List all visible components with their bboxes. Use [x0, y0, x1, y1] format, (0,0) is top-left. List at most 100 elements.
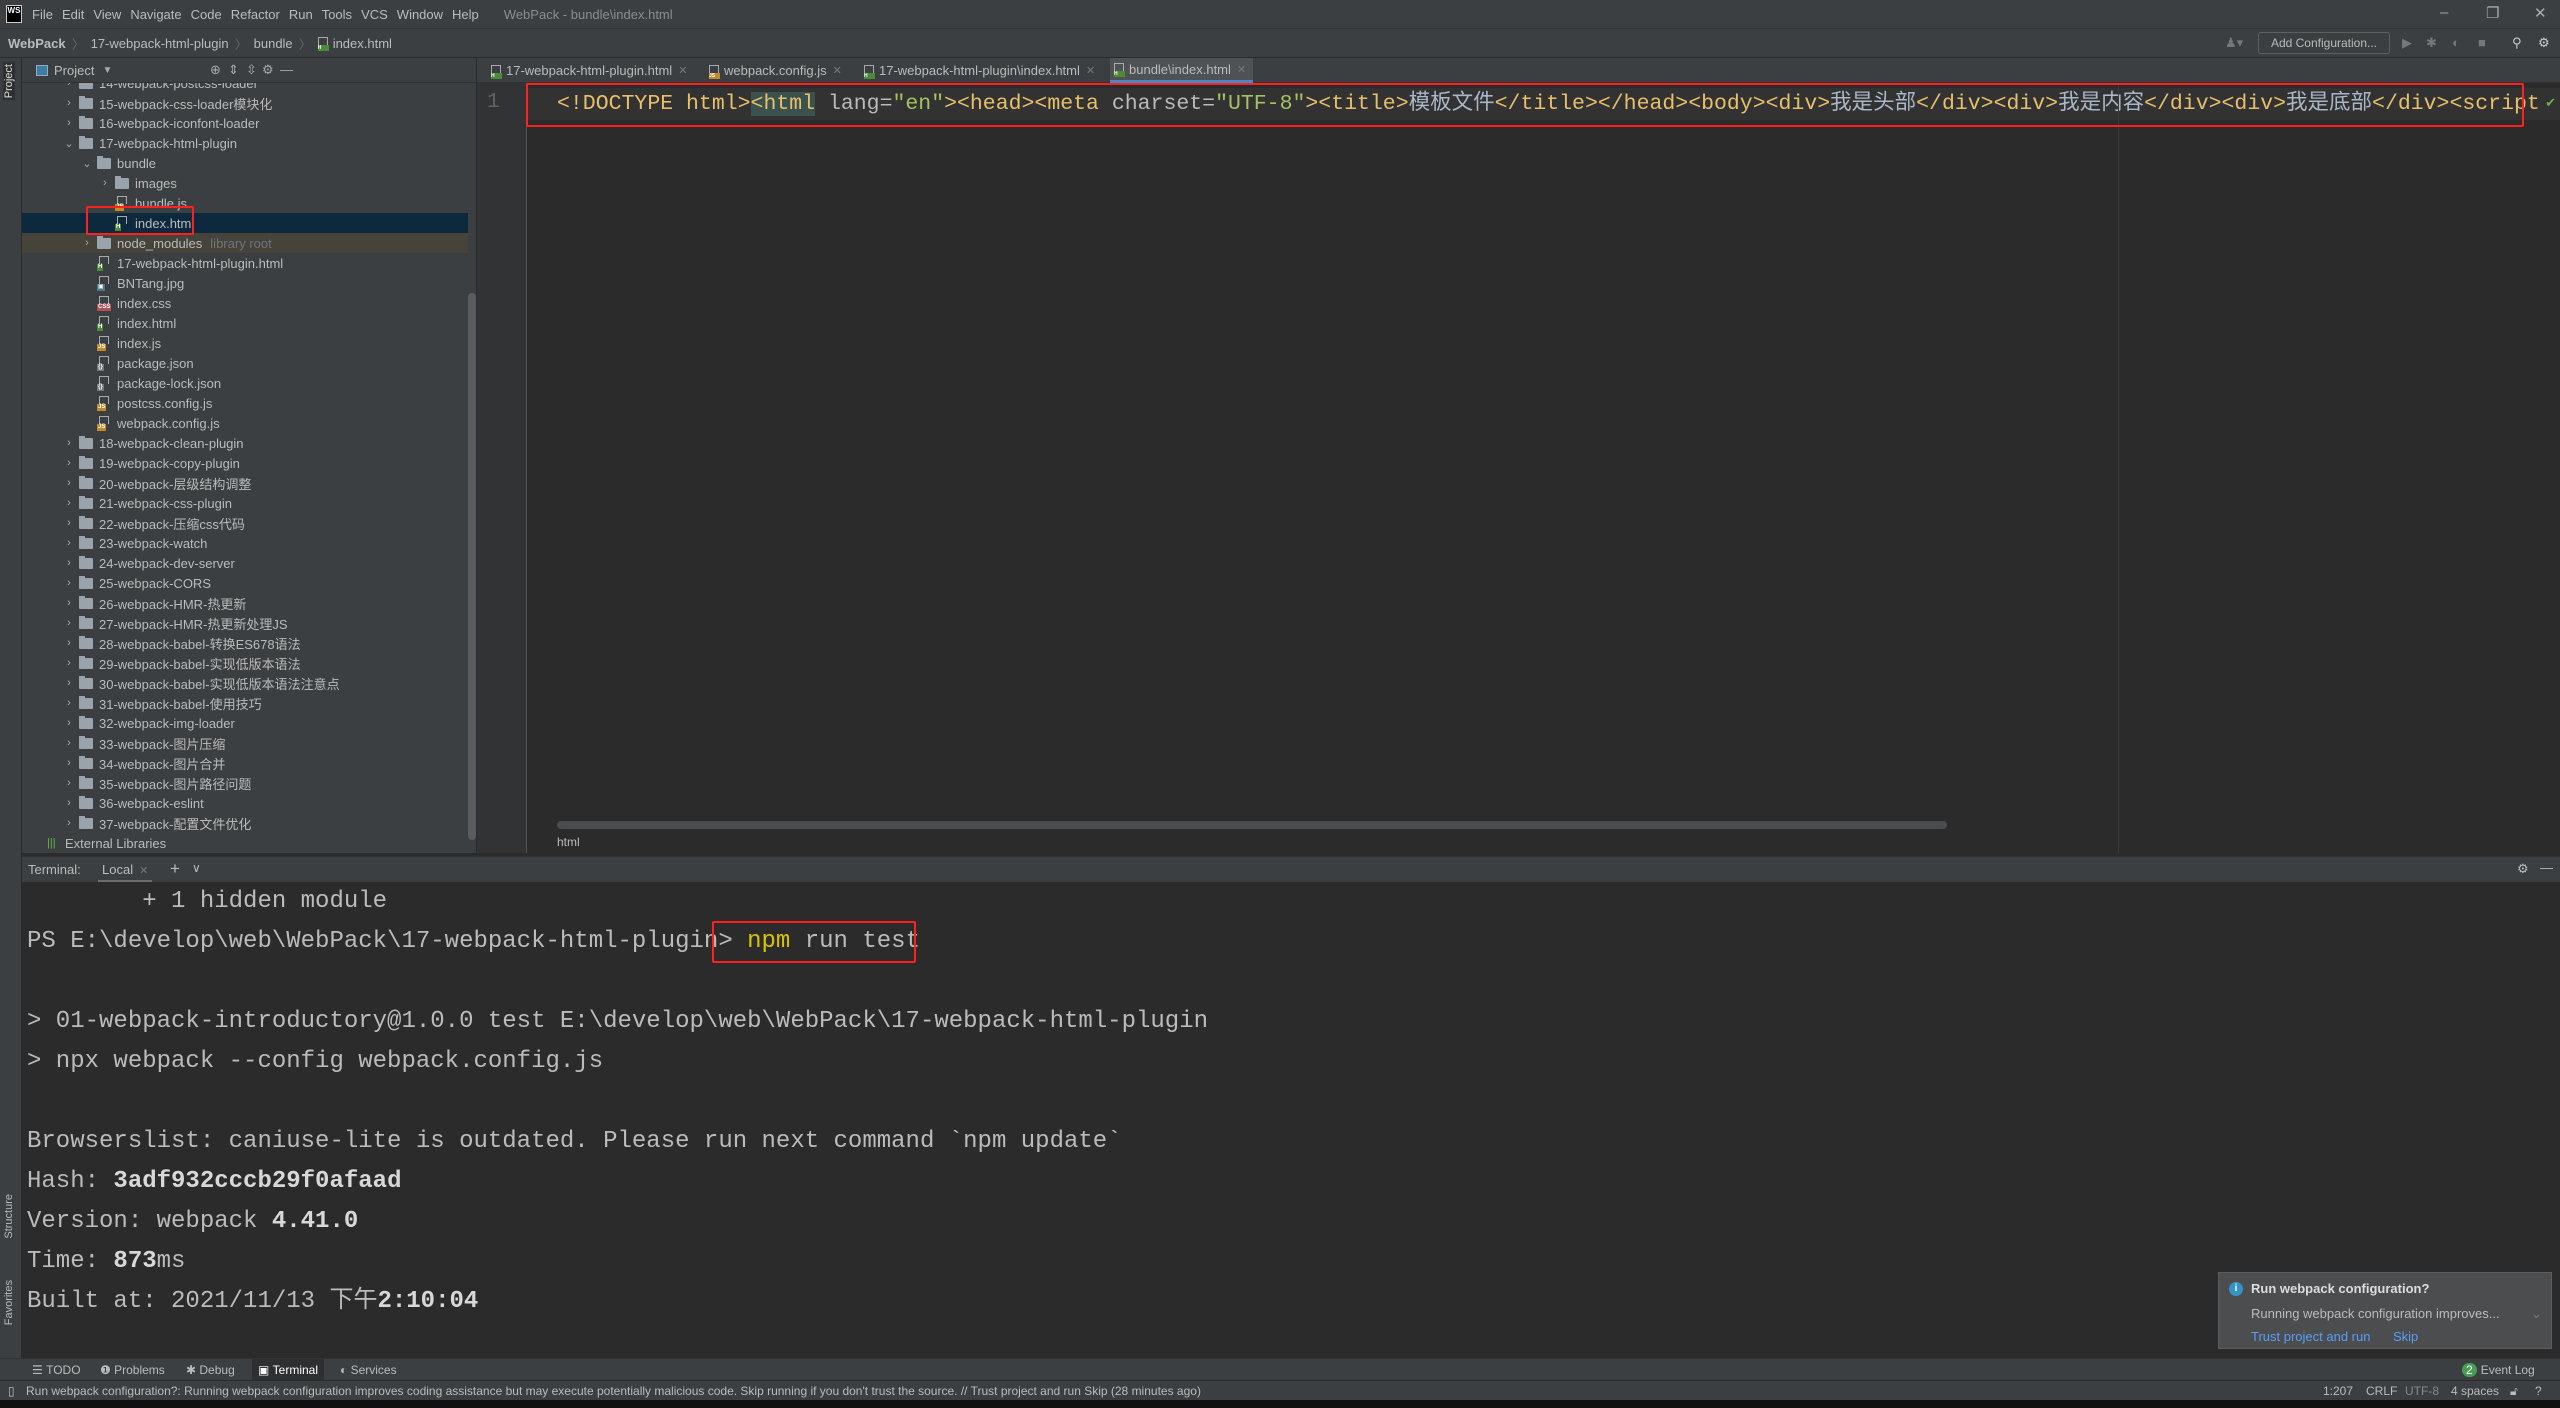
tree-item[interactable]: › 29-webpack-babel-实现低版本语法: [22, 653, 468, 673]
tree-item[interactable]: › 36-webpack-eslint: [22, 793, 468, 813]
code-line[interactable]: <!DOCTYPE html><html lang="en"><head><me…: [557, 88, 2540, 120]
skip-link[interactable]: Skip: [2393, 1329, 2418, 1344]
menu-edit[interactable]: Edit: [62, 7, 84, 22]
tool-todo[interactable]: ☰ TODO: [26, 1359, 87, 1381]
chevron-right-icon[interactable]: ›: [64, 617, 74, 629]
tree-item[interactable]: › 23-webpack-watch: [22, 533, 468, 553]
chevron-right-icon[interactable]: ›: [64, 83, 74, 89]
editor-tab[interactable]: H 17-webpack-html-plugin\index.html ✕: [860, 58, 1095, 83]
tree-item[interactable]: › 35-webpack-图片路径问题: [22, 773, 468, 793]
indent-setting[interactable]: 4 spaces: [2451, 1384, 2499, 1398]
breadcrumb-project[interactable]: WebPack: [8, 36, 66, 51]
tree-item[interactable]: › 32-webpack-img-loader: [22, 713, 468, 733]
chevron-down-icon[interactable]: ∨: [192, 861, 201, 875]
editor-breadcrumb[interactable]: html: [557, 835, 580, 849]
menu-vcs[interactable]: VCS: [361, 7, 388, 22]
restore-icon[interactable]: ❐: [2486, 4, 2499, 22]
trust-project-link[interactable]: Trust project and run: [2251, 1329, 2370, 1344]
chevron-right-icon[interactable]: ›: [64, 517, 74, 529]
breadcrumb-subfolder[interactable]: bundle: [254, 36, 293, 51]
locate-file-icon[interactable]: ⊕: [210, 62, 221, 78]
chevron-right-icon[interactable]: ›: [64, 117, 74, 129]
stop-icon[interactable]: ■: [2478, 35, 2486, 50]
tree-item[interactable]: ⌄ 17-webpack-html-plugin: [22, 133, 468, 153]
plus-icon[interactable]: +: [170, 859, 180, 879]
close-icon[interactable]: ✕: [678, 64, 687, 77]
chevron-right-icon[interactable]: ›: [64, 757, 74, 769]
editor-tab[interactable]: JS webpack.config.js ✕: [705, 58, 842, 83]
tree-item[interactable]: JS index.js: [22, 333, 468, 353]
terminal-output[interactable]: + 1 hidden module PS E:\develop\web\WebPa…: [22, 882, 2560, 1358]
chevron-down-icon[interactable]: ⌄: [64, 137, 74, 150]
hide-icon[interactable]: —: [280, 62, 293, 77]
tool-problems[interactable]: ❶ Problems: [94, 1359, 171, 1381]
menu-tools[interactable]: Tools: [322, 7, 352, 22]
chevron-right-icon[interactable]: ›: [64, 637, 74, 649]
search-icon[interactable]: ⚲: [2512, 35, 2522, 51]
tool-services[interactable]: ◐ Services: [334, 1359, 403, 1381]
tree-item[interactable]: JS bundle.js: [22, 193, 468, 213]
editor-tab[interactable]: Hbundle\index.html ✕: [1110, 58, 1254, 83]
tree-item[interactable]: › 33-webpack-图片压缩: [22, 733, 468, 753]
tree-item[interactable]: › 37-webpack-配置文件优化: [22, 813, 468, 833]
lock-icon[interactable]: 🔓︎: [2510, 1384, 2518, 1399]
user-icon[interactable]: ♟▾: [2225, 35, 2243, 51]
run-icon[interactable]: ▶: [2402, 35, 2412, 51]
structure-tool-button[interactable]: Structure: [3, 1194, 15, 1239]
chevron-right-icon[interactable]: ›: [64, 597, 74, 609]
tree-item[interactable]: {} package.json: [22, 353, 468, 373]
project-scrollbar[interactable]: [468, 293, 476, 840]
chevron-down-icon[interactable]: ⌄: [82, 157, 92, 170]
terminal-tab-local[interactable]: Local ✕: [98, 857, 153, 883]
tree-item[interactable]: › 20-webpack-层级结构调整: [22, 473, 468, 493]
chevron-right-icon[interactable]: ›: [64, 717, 74, 729]
tree-item[interactable]: › 34-webpack-图片合并: [22, 753, 468, 773]
tree-item[interactable]: › 30-webpack-babel-实现低版本语法注意点: [22, 673, 468, 693]
tree-item[interactable]: › 25-webpack-CORS: [22, 573, 468, 593]
tree-item[interactable]: › 27-webpack-HMR-热更新处理JS: [22, 613, 468, 633]
menu-help[interactable]: Help: [452, 7, 479, 22]
chevron-right-icon[interactable]: ›: [64, 697, 74, 709]
chevron-right-icon[interactable]: ›: [64, 437, 74, 449]
breadcrumb-folder[interactable]: 17-webpack-html-plugin: [91, 36, 229, 51]
tree-item[interactable]: › 22-webpack-压缩css代码: [22, 513, 468, 533]
chevron-right-icon[interactable]: ›: [64, 497, 74, 509]
close-icon[interactable]: ✕: [139, 865, 148, 877]
menu-file[interactable]: File: [32, 7, 53, 22]
tool-debug[interactable]: ✱ Debug: [180, 1359, 241, 1381]
tree-item[interactable]: › node_modules library root: [22, 233, 468, 253]
menu-refactor[interactable]: Refactor: [231, 7, 280, 22]
chevron-right-icon[interactable]: ›: [64, 817, 74, 829]
chevron-right-icon[interactable]: ›: [64, 537, 74, 549]
menu-view[interactable]: View: [93, 7, 121, 22]
chevron-right-icon[interactable]: ›: [82, 237, 92, 249]
tree-item[interactable]: {} package-lock.json: [22, 373, 468, 393]
tree-item[interactable]: CSS index.css: [22, 293, 468, 313]
tree-item[interactable]: JS postcss.config.js: [22, 393, 468, 413]
caret-position[interactable]: 1:207: [2323, 1384, 2353, 1398]
chevron-right-icon[interactable]: ›: [64, 557, 74, 569]
chevron-right-icon[interactable]: ›: [64, 777, 74, 789]
tree-item[interactable]: › 16-webpack-iconfont-loader: [22, 113, 468, 133]
close-icon[interactable]: ✕: [1237, 63, 1246, 76]
chevron-right-icon[interactable]: ›: [100, 177, 110, 189]
chevron-right-icon[interactable]: ›: [64, 657, 74, 669]
favorites-tool-button[interactable]: Favorites: [3, 1280, 15, 1325]
chevron-down-icon[interactable]: ⌄: [2531, 1306, 2542, 1322]
tree-item[interactable]: › 24-webpack-dev-server: [22, 553, 468, 573]
code-editor[interactable]: 1 <!DOCTYPE html><html lang="en"><head><…: [477, 83, 2560, 853]
tree-item[interactable]: ⌄ bundle: [22, 153, 468, 173]
gear-icon[interactable]: ⚙: [262, 62, 274, 78]
close-icon[interactable]: ✕: [1086, 64, 1095, 77]
menu-window[interactable]: Window: [397, 7, 443, 22]
editor-horizontal-scrollbar[interactable]: [557, 821, 1947, 829]
chevron-right-icon[interactable]: ›: [64, 797, 74, 809]
coverage-icon[interactable]: ◐: [2452, 35, 2460, 50]
menu-run[interactable]: Run: [289, 7, 313, 22]
project-view-selector[interactable]: Project: [54, 63, 94, 78]
gear-icon[interactable]: ⚙: [2517, 861, 2529, 877]
tree-item[interactable]: › 15-webpack-css-loader模块化: [22, 93, 468, 113]
tree-item[interactable]: ▣ BNTang.jpg: [22, 273, 468, 293]
tree-item[interactable]: › 18-webpack-clean-plugin: [22, 433, 468, 453]
chevron-right-icon[interactable]: ›: [64, 97, 74, 109]
